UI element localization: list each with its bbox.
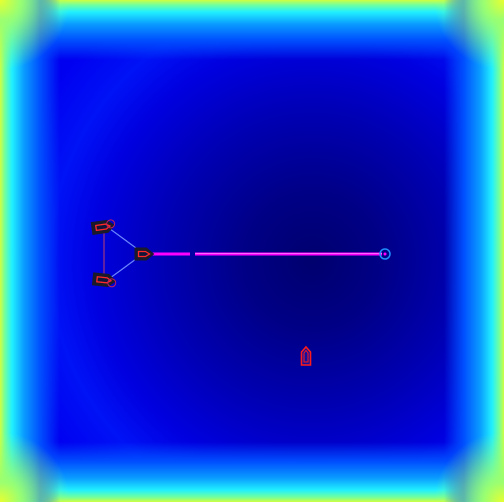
laser-beam (152, 252, 382, 256)
squad-unit-lead[interactable] (134, 247, 155, 261)
squad-unit-upper[interactable] (90, 219, 116, 236)
lone-unit[interactable] (300, 345, 312, 366)
boat-icon (300, 345, 312, 366)
scene-overlay (90, 219, 391, 366)
game-viewport[interactable] (0, 0, 504, 502)
boat-icon (134, 247, 155, 261)
boat-icon (90, 219, 116, 236)
